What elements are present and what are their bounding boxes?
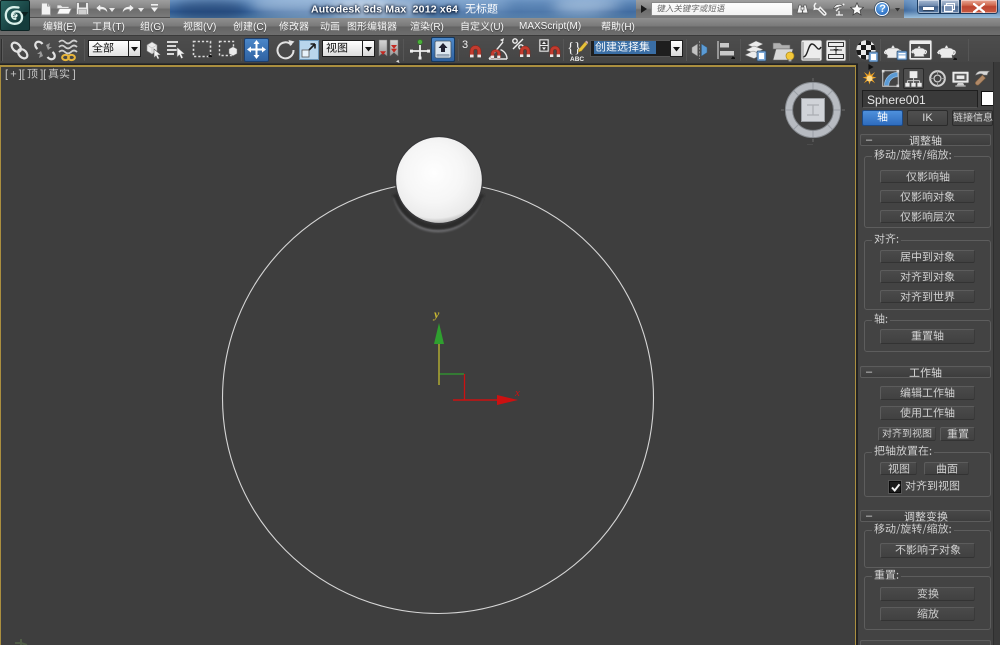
svg-text:ABC: ABC [570,56,584,62]
svg-text:x: x [514,387,520,399]
svg-text:···: ··· [807,142,813,148]
svg-text:3: 3 [462,39,468,51]
svg-text:y: y [432,307,440,321]
